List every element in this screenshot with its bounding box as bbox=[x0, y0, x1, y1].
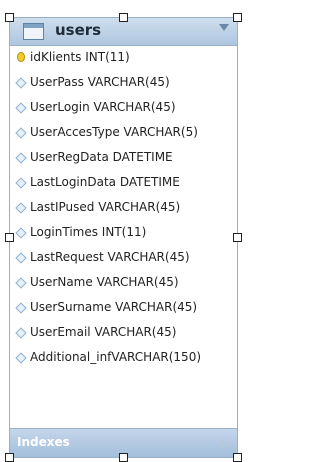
column-icon bbox=[15, 77, 27, 89]
column-icon bbox=[15, 352, 27, 364]
column-label: LastIPused VARCHAR(45) bbox=[30, 200, 181, 214]
column-row[interactable]: UserName VARCHAR(45) bbox=[10, 271, 237, 296]
column-label: idKlients INT(11) bbox=[30, 50, 130, 64]
column-label: UserRegData DATETIME bbox=[30, 150, 173, 164]
column-label: LastLoginData DATETIME bbox=[30, 175, 180, 189]
column-icon bbox=[15, 327, 27, 339]
column-row[interactable]: UserRegData DATETIME bbox=[10, 146, 237, 171]
column-row[interactable]: LastLoginData DATETIME bbox=[10, 171, 237, 196]
column-row[interactable]: UserSurname VARCHAR(45) bbox=[10, 296, 237, 321]
column-label: UserEmail VARCHAR(45) bbox=[30, 325, 177, 339]
column-icon bbox=[15, 102, 27, 114]
collapse-arrow-icon[interactable] bbox=[219, 24, 229, 31]
column-label: UserLogin VARCHAR(45) bbox=[30, 100, 176, 114]
column-icon bbox=[15, 202, 27, 214]
column-row[interactable]: LastRequest VARCHAR(45) bbox=[10, 246, 237, 271]
resize-handle-bottom-right[interactable] bbox=[233, 453, 242, 462]
column-list: idKlients INT(11) UserPass VARCHAR(45) Use… bbox=[10, 46, 237, 371]
column-label: LastRequest VARCHAR(45) bbox=[30, 250, 190, 264]
column-label: LoginTimes INT(11) bbox=[30, 225, 147, 239]
table-header[interactable]: users bbox=[10, 18, 237, 46]
column-icon bbox=[15, 152, 27, 164]
indexes-label: Indexes bbox=[17, 435, 70, 449]
resize-handle-top-right[interactable] bbox=[233, 13, 242, 22]
column-icon bbox=[15, 277, 27, 289]
column-label: Additional_infVARCHAR(150) bbox=[30, 350, 202, 364]
resize-handle-top-middle[interactable] bbox=[119, 13, 128, 22]
resize-handle-bottom-middle[interactable] bbox=[119, 453, 128, 462]
resize-handle-middle-right[interactable] bbox=[233, 233, 242, 242]
column-row[interactable]: idKlients INT(11) bbox=[10, 46, 237, 71]
column-icon bbox=[15, 127, 27, 139]
column-row[interactable]: LoginTimes INT(11) bbox=[10, 221, 237, 246]
column-label: UserSurname VARCHAR(45) bbox=[30, 300, 198, 314]
column-icon bbox=[15, 177, 27, 189]
resize-handle-bottom-left[interactable] bbox=[5, 453, 14, 462]
table-users[interactable]: users idKlients INT(11) UserPass VARCHAR(… bbox=[9, 17, 238, 458]
column-row[interactable]: UserEmail VARCHAR(45) bbox=[10, 321, 237, 346]
column-row[interactable]: LastIPused VARCHAR(45) bbox=[10, 196, 237, 221]
column-icon bbox=[15, 227, 27, 239]
column-row[interactable]: UserLogin VARCHAR(45) bbox=[10, 96, 237, 121]
column-row[interactable]: UserAccesType VARCHAR(5) bbox=[10, 121, 237, 146]
column-label: UserName VARCHAR(45) bbox=[30, 275, 179, 289]
column-row[interactable]: Additional_infVARCHAR(150) bbox=[10, 346, 237, 371]
resize-handle-middle-left[interactable] bbox=[5, 233, 14, 242]
expand-arrow-icon[interactable] bbox=[221, 438, 227, 448]
column-label: UserPass VARCHAR(45) bbox=[30, 75, 170, 89]
column-row[interactable]: UserPass VARCHAR(45) bbox=[10, 71, 237, 96]
column-label: UserAccesType VARCHAR(5) bbox=[30, 125, 198, 139]
column-icon bbox=[15, 302, 27, 314]
primary-key-icon bbox=[17, 52, 25, 62]
table-icon bbox=[23, 23, 44, 40]
resize-handle-top-left[interactable] bbox=[5, 13, 14, 22]
table-title: users bbox=[55, 21, 102, 39]
column-icon bbox=[15, 252, 27, 264]
